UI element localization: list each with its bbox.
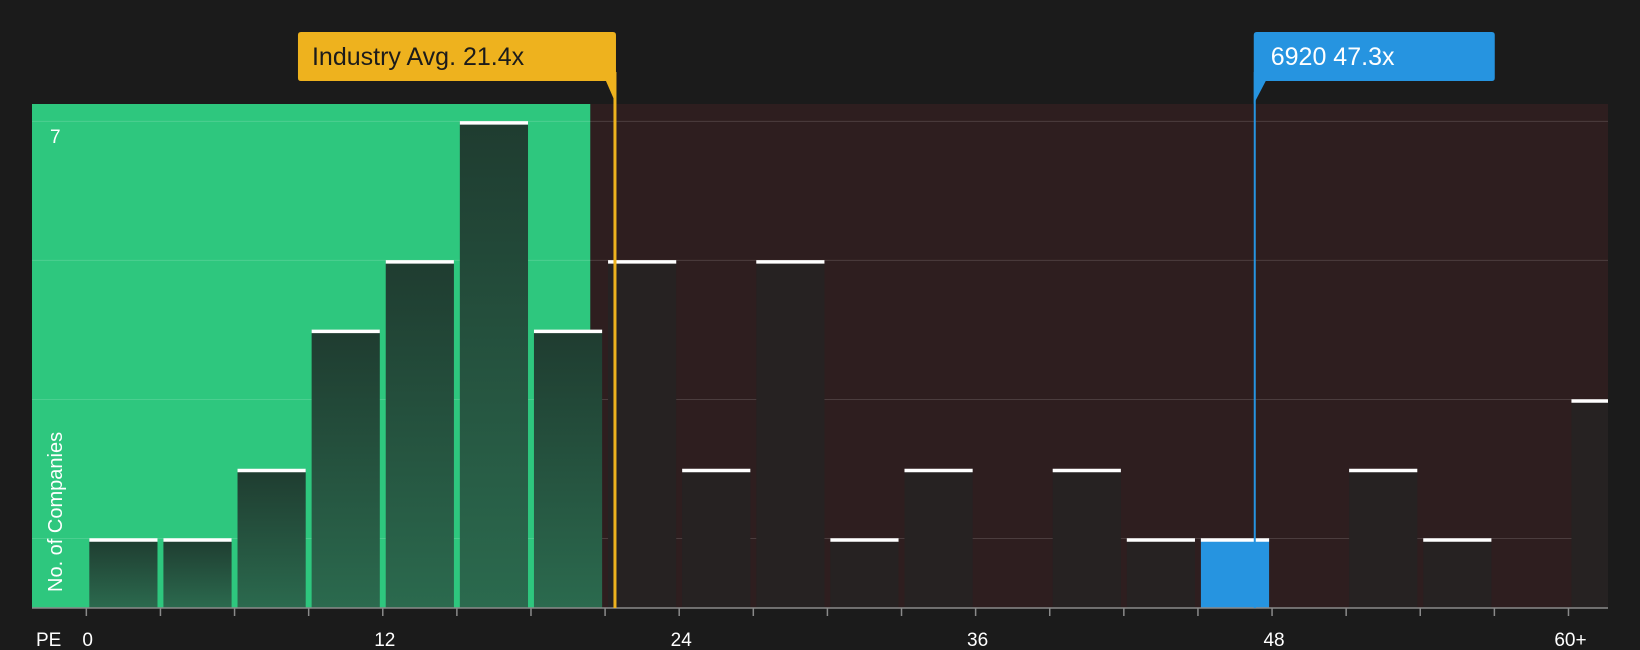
bar bbox=[1052, 468, 1121, 608]
bar bbox=[163, 538, 232, 608]
bar bbox=[237, 468, 306, 608]
bar bbox=[311, 329, 380, 608]
bar bbox=[904, 468, 973, 608]
y-max-label: 7 bbox=[50, 127, 61, 148]
x-tick-label: 0 bbox=[82, 630, 93, 650]
x-axis-ticks: 0 12 24 36 48 60+ bbox=[82, 608, 1587, 650]
x-tick-label: 24 bbox=[671, 630, 693, 650]
bar bbox=[1200, 538, 1270, 608]
bar bbox=[1126, 538, 1195, 608]
pe-histogram-chart: 0 12 24 36 48 60+ PE 7 No. of Companies Indus… bbox=[0, 0, 1640, 650]
company-pe-label: 6920 47.3x bbox=[1271, 43, 1395, 71]
bar bbox=[533, 329, 603, 608]
bar bbox=[459, 121, 529, 609]
bar bbox=[682, 468, 751, 608]
y-axis-title: No. of Companies bbox=[45, 432, 67, 592]
bar bbox=[385, 260, 454, 608]
x-tick-label: 36 bbox=[967, 630, 988, 650]
x-tick-label: 12 bbox=[374, 630, 395, 650]
bar bbox=[1349, 468, 1418, 608]
bar bbox=[89, 538, 158, 608]
x-tick-label: 60+ bbox=[1554, 630, 1586, 650]
chart-svg: 0 12 24 36 48 60+ PE 7 No. of Companies Indus… bbox=[32, 32, 1608, 650]
x-tick-label: 48 bbox=[1263, 630, 1284, 650]
bar bbox=[1571, 399, 1608, 608]
bar bbox=[1423, 538, 1492, 608]
x-axis-title: PE bbox=[36, 630, 61, 650]
bar bbox=[830, 538, 899, 608]
industry-avg-label: Industry Avg. 21.4x bbox=[312, 43, 525, 71]
bar bbox=[756, 260, 825, 608]
bar bbox=[608, 260, 677, 608]
